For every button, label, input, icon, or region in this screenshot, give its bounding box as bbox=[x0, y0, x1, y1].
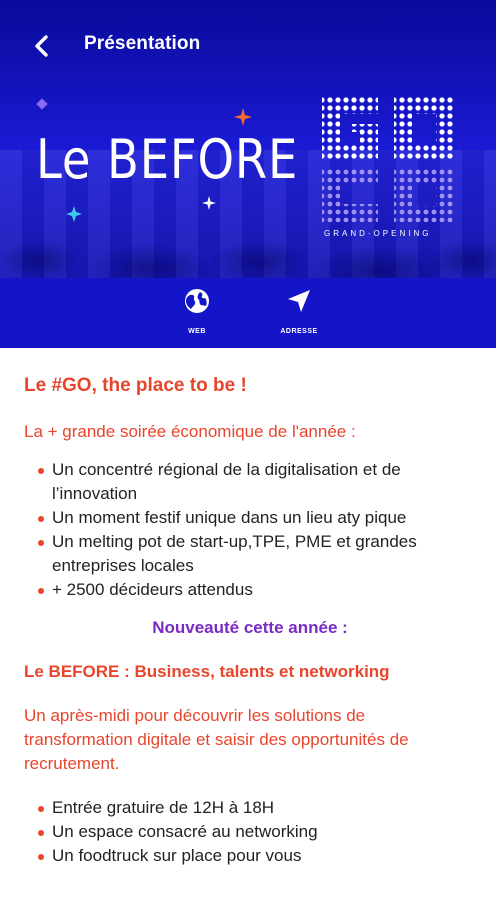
go-dotted-logo bbox=[322, 96, 454, 222]
app-bar: Présentation bbox=[0, 18, 496, 74]
le-before-logo: Le BEFORE bbox=[36, 128, 299, 191]
list-item: Un foodtruck sur place pour vous bbox=[38, 844, 476, 868]
address-action-button[interactable]: ADRESSE bbox=[264, 286, 334, 344]
new-this-year-heading: Nouveauté cette année : bbox=[152, 618, 348, 637]
sparkle-purple-icon bbox=[36, 98, 48, 110]
navigation-arrow-icon bbox=[284, 286, 314, 316]
list-item: Un melting pot de start-up,TPE, PME et g… bbox=[38, 530, 476, 578]
presentation-content: Le #GO, the place to be ! La + grande so… bbox=[24, 348, 476, 868]
sparkle-orange-icon bbox=[234, 108, 252, 126]
sparkle-white-icon bbox=[202, 196, 216, 210]
before-subheading: Le BEFORE : Business, talents et network… bbox=[24, 662, 390, 681]
globe-icon bbox=[182, 286, 212, 316]
headline: Le #GO, the place to be ! bbox=[24, 375, 247, 396]
list-item: + 2500 décideurs attendus bbox=[38, 578, 476, 602]
hero-banner-image: Le BEFORE GRAND·OPENING Présentation bbox=[0, 0, 496, 278]
before-description: Un après-midi pour découvrir les solutio… bbox=[24, 706, 409, 773]
list-item: Entrée gratuire de 12H à 18H bbox=[38, 796, 476, 820]
page-title: Présentation bbox=[84, 33, 201, 54]
before-features-list: Entrée gratuire de 12H à 18H Un espace c… bbox=[24, 796, 476, 868]
web-action-button[interactable]: WEB bbox=[162, 286, 232, 344]
hero-header: Le BEFORE GRAND·OPENING Présentation WEB… bbox=[0, 0, 496, 348]
action-bar: WEB ADRESSE bbox=[0, 278, 496, 348]
back-button[interactable] bbox=[22, 26, 62, 66]
list-item: Un moment festif unique dans un lieu aty… bbox=[38, 506, 476, 530]
list-item: Un concentré régional de la digitalisati… bbox=[38, 458, 476, 506]
address-action-label: ADRESSE bbox=[280, 328, 318, 335]
back-arrow-icon bbox=[35, 35, 48, 57]
grand-opening-caption: GRAND·OPENING bbox=[324, 229, 432, 238]
intro-text: La + grande soirée économique de l'année… bbox=[24, 422, 356, 441]
web-action-label: WEB bbox=[188, 328, 206, 335]
list-item: Un espace consacré au networking bbox=[38, 820, 476, 844]
highlights-list: Un concentré régional de la digitalisati… bbox=[24, 458, 476, 602]
sparkle-cyan-icon bbox=[66, 206, 82, 222]
